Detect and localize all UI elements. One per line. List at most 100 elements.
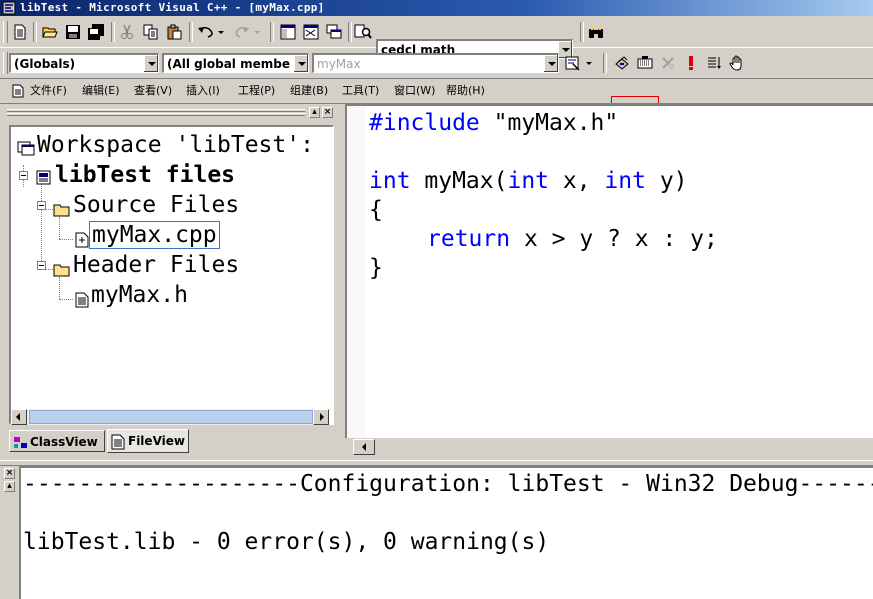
menu-view[interactable]: 查看(V): [132, 82, 174, 100]
chevron-down-icon[interactable]: [293, 55, 308, 72]
window-title: libTest - Microsoft Visual C++ - [myMax.…: [20, 1, 325, 14]
find-button[interactable]: [585, 22, 607, 42]
header-file-label: myMax.h: [91, 282, 188, 308]
collapse-icon[interactable]: [37, 261, 46, 270]
code-line-6: }: [369, 255, 383, 281]
members-combo[interactable]: (All global members: [162, 53, 309, 73]
app-icon: [2, 1, 16, 15]
toolbar-grip[interactable]: [3, 21, 8, 43]
globals-combo-value: (Globals): [14, 57, 76, 71]
code-line-3: int myMax(int x, int y): [369, 168, 688, 194]
menu-tools[interactable]: 工具(T): [340, 82, 381, 100]
project-icon: [35, 166, 53, 194]
compile-icon: [615, 56, 629, 70]
output-window[interactable]: --------------------Configuration: libTe…: [19, 466, 873, 599]
undo-button[interactable]: [194, 22, 228, 42]
wizardbar-actions-button[interactable]: [563, 53, 597, 73]
pane-close-button[interactable]: ×: [4, 468, 15, 479]
menu-project[interactable]: 工程(P): [236, 82, 277, 100]
redo-button[interactable]: [230, 22, 264, 42]
find-in-files-button[interactable]: [352, 22, 374, 42]
compile-button[interactable]: [611, 53, 633, 73]
workspace-hscrollbar[interactable]: [11, 409, 329, 425]
tab-fileview[interactable]: FileView: [107, 429, 189, 453]
chevron-down-icon[interactable]: [543, 55, 558, 72]
menu-window[interactable]: 窗口(W): [392, 82, 437, 100]
code-line-5: return x > y ? x : y;: [427, 226, 718, 252]
paste-button[interactable]: [163, 22, 185, 42]
workspace-root-label: Workspace 'libTest':: [37, 132, 314, 158]
save-all-icon: [88, 24, 104, 40]
collapse-icon[interactable]: [37, 201, 46, 210]
title-bar[interactable]: libTest - Microsoft Visual C++ - [myMax.…: [0, 0, 873, 16]
globals-combo[interactable]: (Globals): [9, 53, 159, 73]
new-file-button[interactable]: [9, 22, 31, 42]
copy-button[interactable]: [140, 22, 162, 42]
binoculars-icon: [589, 25, 603, 38]
scroll-thumb[interactable]: [29, 410, 313, 424]
workspace-toggle-button[interactable]: [277, 22, 299, 42]
editor-hscrollbar[interactable]: [345, 438, 873, 456]
standard-toolbar: cedcl math: [0, 17, 873, 59]
menu-build[interactable]: 组建(B): [288, 82, 330, 100]
workspace-icon: [17, 136, 35, 164]
open-folder-icon: [42, 27, 58, 38]
scroll-left-icon[interactable]: [353, 439, 375, 455]
menu-edit[interactable]: 编辑(E): [80, 82, 122, 100]
folder-icon: [53, 197, 71, 225]
execute-button[interactable]: [680, 53, 702, 73]
file-tree: Workspace 'libTest': libTest files Sourc…: [9, 125, 334, 425]
tab-fileview-label: FileView: [128, 434, 185, 448]
undo-icon: [198, 27, 224, 38]
classview-icon: [13, 435, 29, 457]
fileview-icon: [111, 434, 125, 457]
pane-restore-button[interactable]: ▴: [4, 481, 15, 492]
pane-close-button[interactable]: ×: [322, 107, 333, 118]
build-icon: [637, 56, 653, 69]
window-list-button[interactable]: [323, 22, 345, 42]
insert-breakpoint-button[interactable]: [726, 53, 748, 73]
cut-button[interactable]: [116, 22, 138, 42]
collapse-icon[interactable]: [19, 171, 28, 180]
stop-build-button[interactable]: [657, 53, 679, 73]
function-combo[interactable]: myMax: [312, 53, 559, 73]
copy-icon: [143, 24, 158, 40]
pane-restore-button[interactable]: ▴: [309, 107, 320, 118]
code-line-4: {: [369, 197, 383, 223]
go-button[interactable]: [703, 53, 725, 73]
tab-classview[interactable]: ClassView: [9, 430, 105, 452]
header-file-icon: [75, 287, 89, 315]
open-button[interactable]: [39, 22, 61, 42]
hand-icon: [729, 55, 742, 71]
menu-help[interactable]: 帮助(H): [444, 82, 487, 100]
source-folder-label: Source Files: [73, 192, 240, 218]
scroll-left-icon[interactable]: [11, 409, 27, 425]
wizard-action-icon: [565, 56, 592, 71]
go-debug-icon: [708, 57, 721, 69]
function-combo-value: myMax: [317, 57, 361, 71]
paste-clipboard-icon: [167, 24, 182, 40]
workspace-header[interactable]: ▴ ×: [3, 106, 337, 120]
build-button[interactable]: [634, 53, 656, 73]
scissors-icon: [121, 24, 133, 39]
output-config-line: --------------------Configuration: libTe…: [23, 471, 873, 497]
workspace-window-icon: [280, 24, 296, 40]
project-label: libTest files: [55, 162, 236, 188]
code-line-1: #include "myMax.h": [369, 110, 619, 136]
tab-classview-label: ClassView: [30, 435, 98, 449]
save-all-button[interactable]: [85, 22, 107, 42]
output-side-handle[interactable]: × ▴: [3, 466, 17, 599]
windows-cascade-icon: [326, 24, 342, 39]
editor-gutter[interactable]: [347, 106, 365, 456]
save-button[interactable]: [62, 22, 84, 42]
chevron-down-icon[interactable]: [143, 55, 158, 72]
menu-insert[interactable]: 插入(I): [184, 82, 222, 100]
toolbar-grip[interactable]: [3, 52, 8, 74]
output-toggle-button[interactable]: [300, 22, 322, 42]
members-combo-value: (All global members: [167, 57, 291, 71]
document-icon[interactable]: [12, 84, 24, 101]
code-editor[interactable]: #include "myMax.h" int myMax(int x, int …: [345, 104, 873, 456]
redo-icon: [235, 27, 260, 38]
menu-file[interactable]: 文件(F): [28, 82, 69, 100]
scroll-right-icon[interactable]: [313, 409, 329, 425]
